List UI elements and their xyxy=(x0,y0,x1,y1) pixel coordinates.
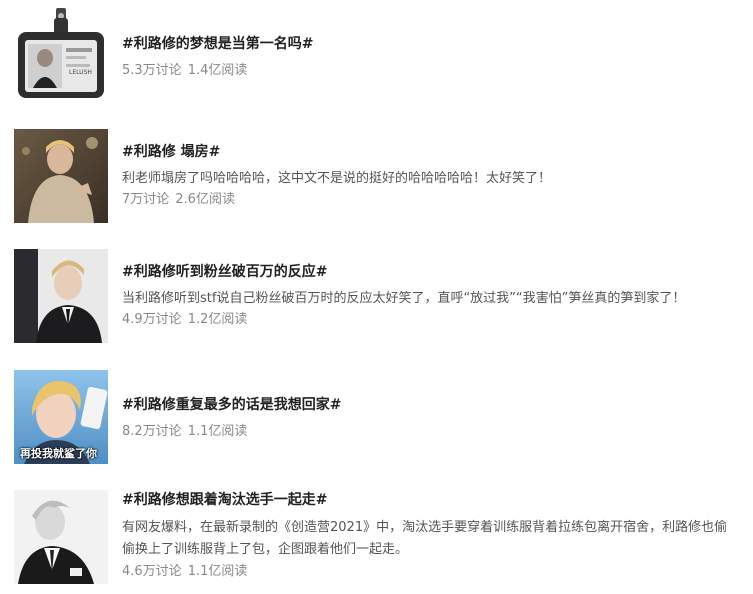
topic-info: #利路修的梦想是当第一名吗# 5.3万讨论 1.4亿阅读 xyxy=(122,34,733,81)
topic-title[interactable]: #利路修的梦想是当第一名吗# xyxy=(122,34,733,54)
read-count: 2.6亿阅读 xyxy=(175,192,235,207)
topic-thumbnail[interactable] xyxy=(14,249,108,343)
topic-info: #利路修 塌房# 利老师塌房了吗哈哈哈哈，这中文不是说的挺好的哈哈哈哈哈！太好笑… xyxy=(122,142,733,210)
topic-stats: 7万讨论 2.6亿阅读 xyxy=(122,190,733,210)
topic-description: 当利路修听到stf说自己粉丝破百万时的反应太好笑了，直呼“放过我”“我害怕”笋丝… xyxy=(122,291,686,306)
photo-image xyxy=(14,249,108,343)
topic-feed: LELUSH #利路修的梦想是当第一名吗# 5.3万讨论 1.4亿阅读 #利路修… xyxy=(0,0,753,594)
badge-text: LELUSH xyxy=(69,69,92,76)
image-caption: 再投我就鲨了你 xyxy=(20,447,97,460)
discussion-count: 5.3万讨论 xyxy=(122,63,182,78)
topic-title[interactable]: #利路修想跟着淘汰选手一起走# xyxy=(122,490,733,510)
photo-image xyxy=(14,129,108,223)
read-count: 1.4亿阅读 xyxy=(187,63,248,78)
topic-stats: 5.3万讨论 1.4亿阅读 xyxy=(122,61,733,81)
topic-title[interactable]: #利路修听到粉丝破百万的反应# xyxy=(122,262,733,282)
read-count: 1.2亿阅读 xyxy=(187,312,248,327)
topic-stats: 4.9万讨论 1.2亿阅读 xyxy=(122,310,733,330)
discussion-count: 8.2万讨论 xyxy=(122,424,182,439)
topic-info: #利路修想跟着淘汰选手一起走# 有网友爆料，在最新录制的《创造营2021》中，淘… xyxy=(122,490,733,582)
topic-info: #利路修听到粉丝破百万的反应# 当利路修听到stf说自己粉丝破百万时的反应太好笑… xyxy=(122,262,733,330)
topic-title[interactable]: #利路修重复最多的话是我想回家# xyxy=(122,395,733,415)
topic-stats: 8.2万讨论 1.1亿阅读 xyxy=(122,422,733,442)
topic-thumbnail[interactable] xyxy=(14,490,108,584)
topic-description: 有网友爆料，在最新录制的《创造营2021》中，淘汰选手要穿着训练服背着拉练包离开… xyxy=(122,520,728,557)
photo-image xyxy=(14,490,108,584)
discussion-count: 4.6万讨论 xyxy=(122,564,182,579)
topic-description: 利老师塌房了吗哈哈哈哈，这中文不是说的挺好的哈哈哈哈哈！太好笑了！ xyxy=(122,171,552,186)
id-badge-image xyxy=(14,8,108,102)
topic-thumbnail[interactable]: 再投我就鲨了你 xyxy=(14,370,108,464)
discussion-count: 4.9万讨论 xyxy=(122,312,182,327)
read-count: 1.1亿阅读 xyxy=(187,424,248,439)
topic-thumbnail[interactable] xyxy=(14,129,108,223)
topic-thumbnail[interactable]: LELUSH xyxy=(14,8,108,102)
topic-stats: 4.6万讨论 1.1亿阅读 xyxy=(122,562,733,582)
read-count: 1.1亿阅读 xyxy=(187,564,248,579)
topic-title[interactable]: #利路修 塌房# xyxy=(122,142,733,162)
topic-info: #利路修重复最多的话是我想回家# 8.2万讨论 1.1亿阅读 xyxy=(122,395,733,442)
discussion-count: 7万讨论 xyxy=(122,192,170,207)
